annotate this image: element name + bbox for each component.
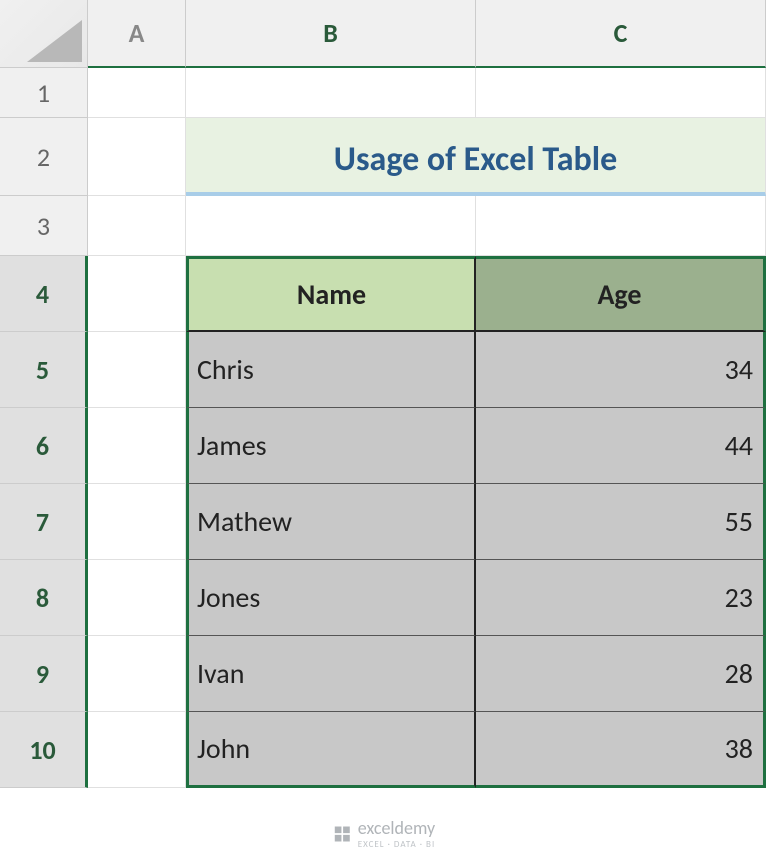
row-header-4[interactable]: 4 xyxy=(0,256,88,332)
cell-b1[interactable] xyxy=(186,68,476,118)
cell-c1[interactable] xyxy=(476,68,766,118)
title-cell[interactable]: Usage of Excel Table xyxy=(186,118,766,196)
table-header-name[interactable]: Name xyxy=(186,256,476,332)
table-header-age[interactable]: Age xyxy=(476,256,766,332)
col-header-c[interactable]: C xyxy=(476,0,766,68)
row-header-2[interactable]: 2 xyxy=(0,118,88,196)
table-row-name[interactable]: Mathew xyxy=(186,484,476,560)
cell-a10[interactable] xyxy=(88,712,186,788)
cell-a2[interactable] xyxy=(88,118,186,196)
table-row-age[interactable]: 23 xyxy=(476,560,766,636)
watermark-tagline: EXCEL · DATA · BI xyxy=(358,839,435,850)
table-row-name[interactable]: James xyxy=(186,408,476,484)
cell-a7[interactable] xyxy=(88,484,186,560)
cell-c3[interactable] xyxy=(476,196,766,256)
row-header-6[interactable]: 6 xyxy=(0,408,88,484)
table-row-name[interactable]: Jones xyxy=(186,560,476,636)
cell-a4[interactable] xyxy=(88,256,186,332)
table-row-name[interactable]: John xyxy=(186,712,476,788)
cell-b3[interactable] xyxy=(186,196,476,256)
cell-a6[interactable] xyxy=(88,408,186,484)
cell-a9[interactable] xyxy=(88,636,186,712)
watermark-name: exceldemy xyxy=(358,817,435,839)
col-header-a[interactable]: A xyxy=(88,0,186,68)
spreadsheet-grid: A B C 1 2 Usage of Excel Table 3 4 Name … xyxy=(0,0,767,788)
table-row-age[interactable]: 34 xyxy=(476,332,766,408)
table-row-name[interactable]: Chris xyxy=(186,332,476,408)
row-header-8[interactable]: 8 xyxy=(0,560,88,636)
row-header-9[interactable]: 9 xyxy=(0,636,88,712)
row-header-3[interactable]: 3 xyxy=(0,196,88,256)
row-header-10[interactable]: 10 xyxy=(0,712,88,788)
logo-icon xyxy=(332,824,352,844)
table-row-name[interactable]: Ivan xyxy=(186,636,476,712)
table-row-age[interactable]: 44 xyxy=(476,408,766,484)
cell-a3[interactable] xyxy=(88,196,186,256)
cell-a5[interactable] xyxy=(88,332,186,408)
row-header-1[interactable]: 1 xyxy=(0,68,88,118)
table-row-age[interactable]: 28 xyxy=(476,636,766,712)
col-header-b[interactable]: B xyxy=(186,0,476,68)
cell-a8[interactable] xyxy=(88,560,186,636)
row-header-5[interactable]: 5 xyxy=(0,332,88,408)
row-header-7[interactable]: 7 xyxy=(0,484,88,560)
select-all-corner[interactable] xyxy=(0,0,88,68)
watermark: exceldemy EXCEL · DATA · BI xyxy=(332,817,435,850)
table-row-age[interactable]: 38 xyxy=(476,712,766,788)
table-row-age[interactable]: 55 xyxy=(476,484,766,560)
cell-a1[interactable] xyxy=(88,68,186,118)
